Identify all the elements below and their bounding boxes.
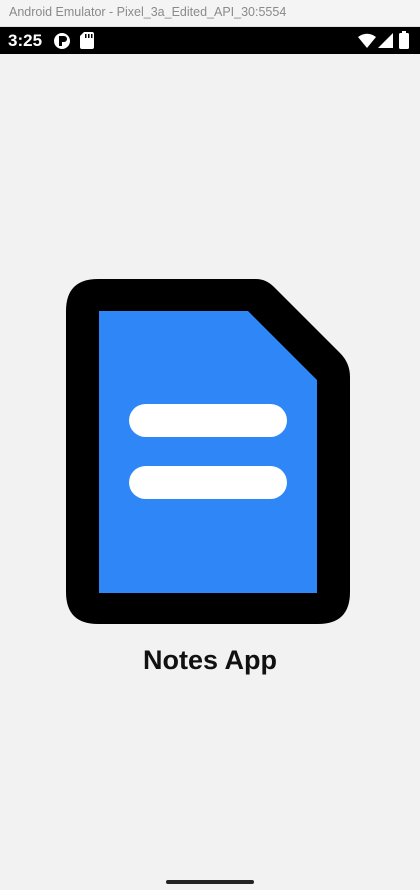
emulator-title: Android Emulator - Pixel_3a_Edited_API_3… [9,5,287,19]
app-title: Notes App [143,645,277,675]
sd-card-icon [80,32,94,49]
wifi-icon [358,33,376,48]
app-screen: Notes App [0,54,420,890]
battery-icon [399,31,409,49]
cell-signal-icon [378,33,393,48]
status-bar: 3:25 [0,27,420,54]
status-time: 3:25 [8,31,43,50]
home-indicator[interactable] [166,880,254,884]
emulator-title-bar: Android Emulator - Pixel_3a_Edited_API_3… [0,0,420,27]
app-notification-icon [54,33,70,49]
document-icon [66,279,350,624]
